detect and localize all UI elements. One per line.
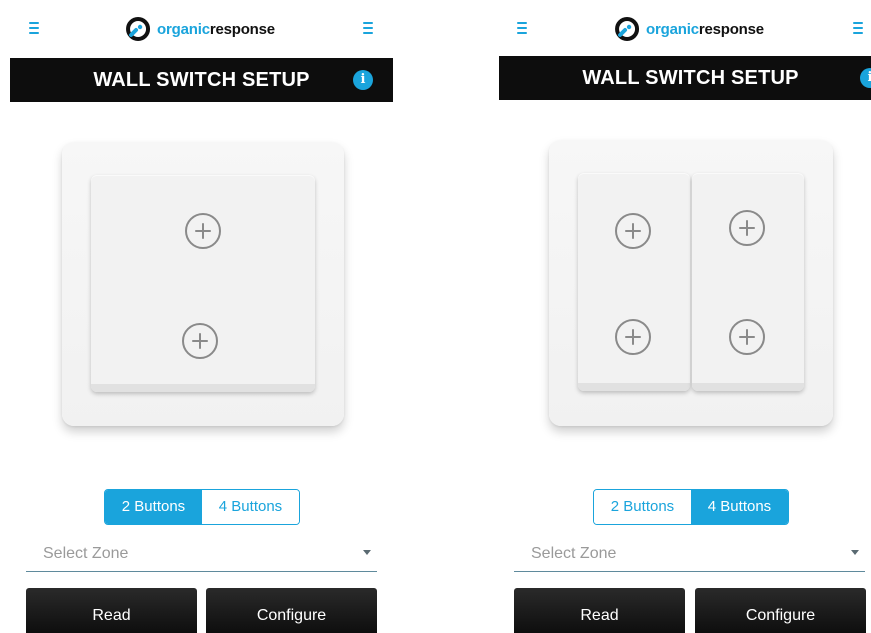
logo-text-response: response — [698, 20, 764, 38]
configure-button[interactable]: Configure — [695, 588, 866, 633]
app-header: organicresponse — [5, 0, 395, 58]
menu-left-icon[interactable] — [27, 22, 41, 38]
add-button-bottom-icon[interactable] — [182, 323, 218, 359]
toggle-4-buttons[interactable]: 4 Buttons — [691, 490, 788, 524]
organic-response-logo-icon — [615, 17, 640, 41]
title-bar: WALL SWITCH SETUP i — [499, 56, 871, 100]
read-button[interactable]: Read — [514, 588, 685, 633]
button-count-toggle: 2 Buttons 4 Buttons — [104, 489, 300, 525]
select-zone-dropdown[interactable]: Select Zone — [26, 539, 377, 572]
add-button-top-right-icon[interactable] — [729, 210, 765, 246]
logo-text-organic: organic — [157, 20, 210, 38]
organic-response-logo-icon — [126, 17, 151, 41]
read-button[interactable]: Read — [26, 588, 197, 633]
select-zone-placeholder: Select Zone — [531, 545, 617, 562]
menu-right-icon[interactable] — [361, 22, 375, 38]
select-zone-placeholder: Select Zone — [43, 545, 129, 562]
button-count-toggle: 2 Buttons 4 Buttons — [593, 489, 789, 525]
app-header: organicresponse — [494, 0, 871, 58]
switch-rocker-right — [692, 173, 804, 391]
configure-button[interactable]: Configure — [206, 588, 377, 633]
dropdown-caret-icon — [363, 550, 371, 555]
dropdown-caret-icon — [851, 550, 859, 555]
select-zone-dropdown[interactable]: Select Zone — [514, 539, 865, 572]
app-logo: organicresponse — [125, 14, 275, 44]
menu-left-icon[interactable] — [515, 22, 529, 38]
logo-text-organic: organic — [646, 20, 699, 38]
page-title: WALL SWITCH SETUP — [582, 67, 799, 89]
logo-text-response: response — [209, 20, 275, 38]
switch-rocker-left — [578, 173, 690, 391]
app-logo: organicresponse — [614, 14, 764, 44]
wall-switch-plate — [62, 142, 344, 426]
toggle-2-buttons[interactable]: 2 Buttons — [594, 490, 691, 524]
add-button-bottom-left-icon[interactable] — [615, 319, 651, 355]
add-button-bottom-right-icon[interactable] — [729, 319, 765, 355]
screen-four-buttons: organicresponse WALL SWITCH SETUP i 2 Bu… — [494, 0, 871, 633]
wall-switch-plate — [549, 140, 833, 426]
info-icon[interactable]: i — [353, 70, 373, 90]
switch-rocker — [91, 175, 315, 392]
toggle-4-buttons[interactable]: 4 Buttons — [202, 490, 299, 524]
page-title: WALL SWITCH SETUP — [93, 69, 310, 91]
screen-two-buttons: organicresponse WALL SWITCH SETUP i 2 Bu… — [5, 0, 395, 633]
title-bar: WALL SWITCH SETUP i — [10, 58, 393, 102]
menu-right-icon[interactable] — [851, 22, 865, 38]
add-button-top-icon[interactable] — [185, 213, 221, 249]
toggle-2-buttons[interactable]: 2 Buttons — [105, 490, 202, 524]
add-button-top-left-icon[interactable] — [615, 213, 651, 249]
